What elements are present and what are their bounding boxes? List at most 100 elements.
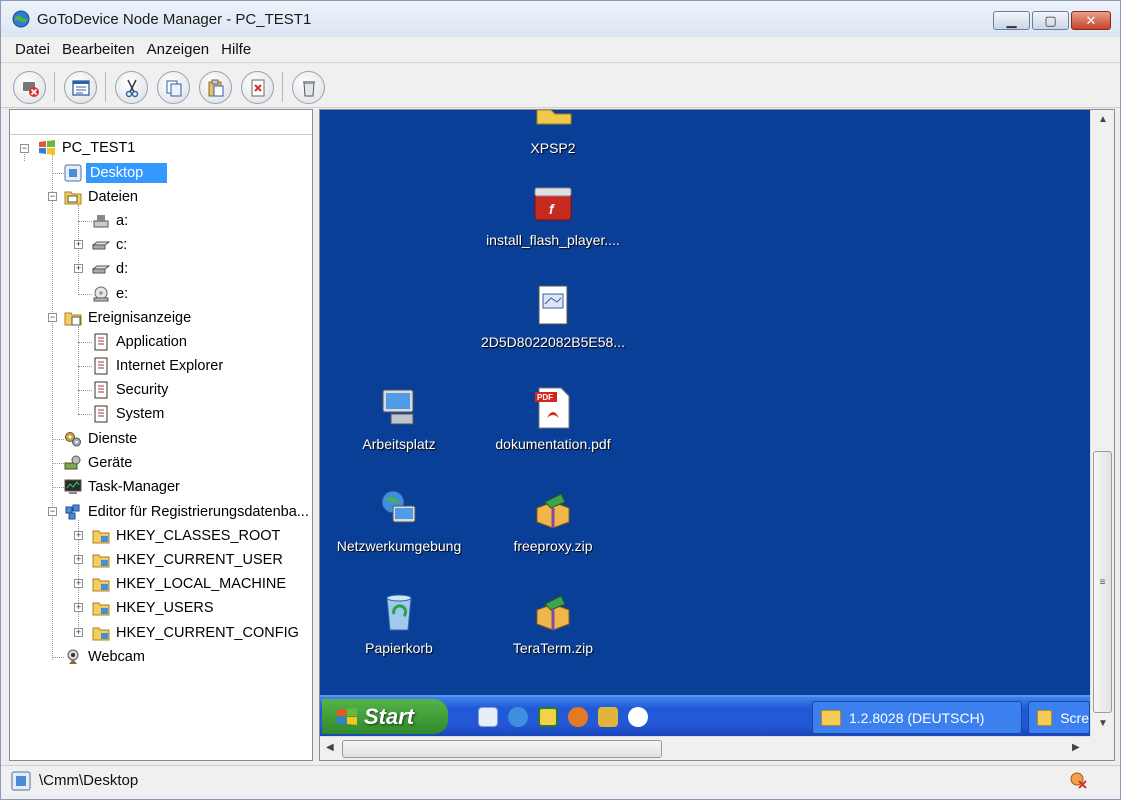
tree-collapse-toggle[interactable]: − [48,192,57,201]
remote-desktop-view[interactable]: XPSP2 f install_flash_player.... 2D5D802… [320,110,1090,695]
tree-label-drive: a: [116,213,129,229]
internet-explorer-icon[interactable] [508,707,528,727]
menu-datei[interactable]: Datei [15,41,50,58]
cut-button[interactable] [115,71,148,104]
maximize-button[interactable]: ▢ [1032,11,1069,30]
close-button[interactable]: ✕ [1071,11,1111,30]
properties-button[interactable] [64,71,97,104]
tree-collapse-toggle[interactable]: − [48,313,57,322]
tree-expand-toggle[interactable]: + [74,555,83,564]
taskbar-item[interactable]: Scre [1028,701,1090,734]
delete-button[interactable] [241,71,274,104]
tree-expand-toggle[interactable]: + [74,603,83,612]
paste-icon [208,79,223,96]
menu-hilfe[interactable]: Hilfe [221,41,251,58]
close-icon: ✕ [1085,12,1097,28]
tree-item-taskmanager[interactable]: Task-Manager [64,476,182,498]
tree-collapse-toggle[interactable]: − [48,507,57,516]
tree-connector [52,154,53,660]
desktop-icon-dokumentation[interactable]: PDF dokumentation.pdf [478,386,628,452]
tree-label-hkey: HKEY_LOCAL_MACHINE [116,576,287,592]
tree-item-services[interactable]: Dienste [64,428,139,450]
tree-item-drive-a[interactable]: a: [92,210,130,232]
log-book-icon [94,357,108,375]
tree-item-registry[interactable]: Editor für Registrierungsdatenba... [64,501,311,523]
tree-item-hkey[interactable]: HKEY_USERS [92,597,216,619]
tree-item-hkey[interactable]: HKEY_LOCAL_MACHINE [92,573,288,595]
tree-label-events: Ereignisanzeige [88,310,192,326]
title-bar[interactable]: GoToDevice Node Manager - PC_TEST1 ▁ ▢ ✕ [1,1,1120,37]
firefox-icon[interactable] [568,707,588,727]
remote-desktop-panel: XPSP2 f install_flash_player.... 2D5D802… [319,109,1115,761]
desktop-icon-xpsp2[interactable]: XPSP2 [478,110,628,156]
tree-item-drive-c[interactable]: c: [92,234,129,256]
scroll-up-icon[interactable]: ▲ [1098,114,1108,125]
window-title: GoToDevice Node Manager - PC_TEST1 [37,11,312,28]
desktop-icon-label: freeproxy.zip [513,538,593,554]
disconnect-button[interactable] [13,71,46,104]
my-computer-icon [377,386,421,430]
tree-expand-toggle[interactable]: + [74,531,83,540]
tree-label-desktop: Desktop [86,163,168,183]
desktop-icon-netzwerk[interactable]: Netzwerkumgebung [324,488,474,554]
vertical-scroll-thumb[interactable]: ≡ [1093,451,1112,713]
tree-item-events[interactable]: Ereignisanzeige [64,307,193,329]
desktop-icon-label: XPSP2 [530,140,576,156]
desktop-icon-papierkorb[interactable]: Papierkorb [324,590,474,656]
tree-item-log-ie[interactable]: Internet Explorer [92,355,225,377]
quicklaunch-desktop-icon[interactable] [478,707,498,727]
tree-expand-toggle[interactable]: + [74,240,83,249]
desktop-icon-teraterm[interactable]: TeraTerm.zip [478,590,628,656]
quicklaunch-app-icon[interactable] [538,707,558,727]
desktop-icon-freeproxy[interactable]: freeproxy.zip [478,488,628,554]
start-button[interactable]: Start [322,699,448,734]
tree-item-webcam[interactable]: Webcam [64,646,147,668]
tree-label-files: Dateien [88,189,138,205]
tree-collapse-toggle[interactable]: − [20,144,29,153]
vertical-scrollbar[interactable]: ▲ ≡ ▼ [1090,110,1114,736]
tree-item-desktop[interactable]: Desktop [64,162,168,184]
media-player-icon[interactable] [628,707,648,727]
tree-expand-toggle[interactable]: + [74,628,83,637]
tree-item-hkey[interactable]: HKEY_CURRENT_USER [92,549,285,571]
hard-drive-icon [92,265,110,274]
copy-button[interactable] [157,71,190,104]
horizontal-scrollbar[interactable]: ◀ ▶ [320,736,1090,760]
webcam-icon [67,649,79,664]
cut-icon [125,79,138,97]
tree-connector [52,173,64,174]
windows-logo-icon [39,140,55,155]
folder-icon [821,709,841,726]
desktop-icon-arbeitsplatz[interactable]: Arbeitsplatz [324,386,474,452]
tree-item-drive-e[interactable]: e: [92,283,130,305]
tree-item-hkey[interactable]: HKEY_CLASSES_ROOT [92,525,282,547]
tree-item-hkey[interactable]: HKEY_CURRENT_CONFIG [92,622,301,644]
floppy-drive-icon [93,215,109,228]
tree-item-drive-d[interactable]: d: [92,258,130,280]
remote-taskbar: Start 1.2.8028 (DEUTSCH) Scre [320,695,1090,736]
tree-label-log: Application [116,334,187,350]
desktop-icon-2d5d-file[interactable]: 2D5D8022082B5E58... [478,284,628,350]
minimize-button[interactable]: ▁ [993,11,1030,30]
menu-anzeigen[interactable]: Anzeigen [147,41,210,58]
horizontal-scroll-thumb[interactable] [342,740,662,758]
tree-item-files[interactable]: Dateien [64,186,140,208]
paste-button[interactable] [199,71,232,104]
properties-icon [71,79,90,96]
desktop-icon-flash-installer[interactable]: f install_flash_player.... [478,182,628,248]
tree-label-hkey: HKEY_CLASSES_ROOT [116,528,281,544]
tree-item-root[interactable]: PC_TEST1 [38,137,137,159]
tree-item-log-security[interactable]: Security [92,379,170,401]
quicklaunch-windows-icon[interactable] [598,707,618,727]
tree-item-log-application[interactable]: Application [92,331,189,353]
tree-expand-toggle[interactable]: + [74,579,83,588]
menu-bearbeiten[interactable]: Bearbeiten [62,41,135,58]
tree-expand-toggle[interactable]: + [74,264,83,273]
tree-item-log-system[interactable]: System [92,403,166,425]
scroll-down-icon[interactable]: ▼ [1098,718,1108,729]
scroll-right-icon[interactable]: ▶ [1072,742,1080,753]
scroll-left-icon[interactable]: ◀ [326,742,334,753]
trash-button[interactable] [292,71,325,104]
taskbar-item[interactable]: 1.2.8028 (DEUTSCH) [812,701,1022,734]
tree-item-devices[interactable]: Geräte [64,452,134,474]
